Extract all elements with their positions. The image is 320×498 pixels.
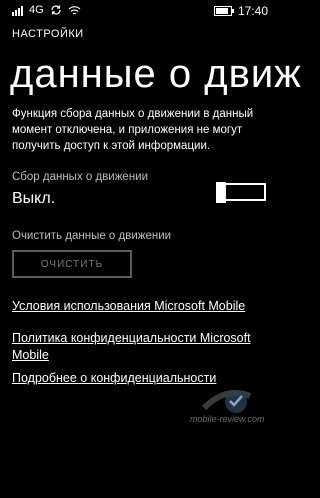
watermark-logo-icon [201, 390, 252, 413]
toggle-knob[interactable] [216, 182, 226, 203]
wifi-icon [68, 5, 81, 14]
sync-icon [51, 5, 61, 15]
status-right: 17:40 [213, 4, 268, 18]
clear-data-label: Очистить данные о движении [12, 230, 172, 242]
network-indicator: 4G [29, 4, 44, 16]
description-text: Функция сбора данных о движении в данный… [12, 108, 254, 152]
clock: 17:40 [237, 4, 268, 18]
battery-icon [213, 6, 234, 16]
status-bar: 4G 17:40 [0, 0, 280, 22]
motion-setting-label: Сбор данных о движении [12, 171, 149, 183]
motion-setting-value: Выкл. [12, 190, 56, 207]
clear-button[interactable]: ОЧИСТИТЬ [12, 250, 132, 278]
motion-toggle[interactable] [216, 182, 266, 203]
app-title: НАСТРОЙКИ [12, 28, 84, 40]
signal-icon [12, 5, 23, 16]
terms-link[interactable]: Условия использования Microsoft Mobile [12, 298, 268, 315]
battery-fill [215, 8, 228, 14]
status-left: 4G [12, 4, 81, 16]
watermark-text: mobile-review.com [190, 414, 265, 424]
privacy-policy-link[interactable]: Политика конфиденциальности Microsoft Mo… [12, 330, 268, 364]
page-title: данные о движ [10, 52, 302, 96]
